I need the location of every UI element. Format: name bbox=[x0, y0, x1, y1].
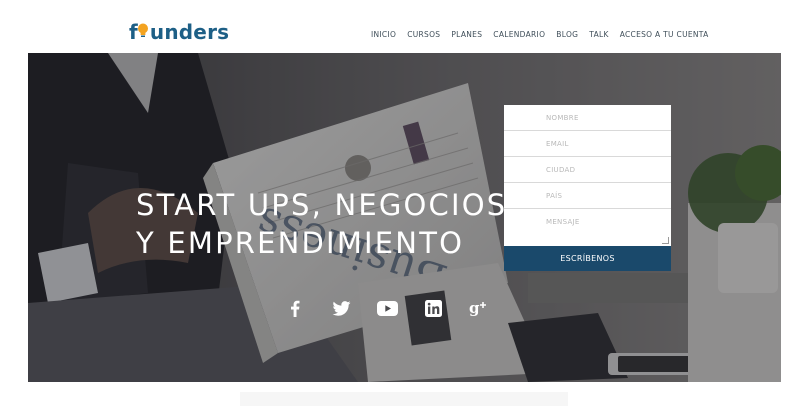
linkedin-icon[interactable] bbox=[421, 298, 445, 318]
submit-button[interactable]: ESCRÍBENOS bbox=[504, 246, 671, 271]
main-nav: INICIO CURSOS PLANES CALENDARIO BLOG TAL… bbox=[371, 30, 709, 39]
nav-item-cursos[interactable]: CURSOS bbox=[407, 30, 440, 39]
nav-item-blog[interactable]: BLOG bbox=[556, 30, 578, 39]
youtube-icon[interactable] bbox=[375, 298, 399, 318]
lightbulb-icon bbox=[138, 23, 148, 37]
nav-item-planes[interactable]: PLANES bbox=[451, 30, 482, 39]
twitter-icon[interactable] bbox=[329, 298, 353, 318]
message-textarea[interactable]: MENSAJE bbox=[504, 209, 671, 246]
email-field[interactable]: EMAIL bbox=[504, 131, 671, 157]
logo-text-suffix: unders bbox=[149, 20, 230, 44]
social-links: g bbox=[283, 298, 491, 318]
country-field[interactable]: PAÍS bbox=[504, 183, 671, 209]
below-fold-content bbox=[240, 392, 568, 406]
city-field[interactable]: CIUDAD bbox=[504, 157, 671, 183]
nav-item-talk[interactable]: TALK bbox=[589, 30, 608, 39]
hero-headline-line1: START UPS, NEGOCIOS bbox=[136, 188, 508, 222]
founders-logo[interactable]: f unders bbox=[129, 20, 229, 44]
facebook-icon[interactable] bbox=[283, 298, 307, 318]
nav-item-acceso[interactable]: ACCESO A TU CUENTA bbox=[620, 30, 709, 39]
resize-handle-icon[interactable] bbox=[662, 237, 669, 244]
hero-headline: START UPS, NEGOCIOS Y EMPRENDIMIENTO bbox=[136, 186, 507, 262]
nav-item-calendario[interactable]: CALENDARIO bbox=[493, 30, 545, 39]
hero-headline-line2: Y EMPRENDIMIENTO bbox=[136, 226, 465, 260]
svg-text:g: g bbox=[469, 299, 480, 317]
nav-item-inicio[interactable]: INICIO bbox=[371, 30, 396, 39]
message-placeholder: MENSAJE bbox=[546, 218, 580, 226]
contact-form: NOMBRE EMAIL CIUDAD PAÍS MENSAJE ESCRÍBE… bbox=[504, 105, 671, 271]
google-plus-icon[interactable]: g bbox=[467, 298, 491, 318]
name-field[interactable]: NOMBRE bbox=[504, 105, 671, 131]
